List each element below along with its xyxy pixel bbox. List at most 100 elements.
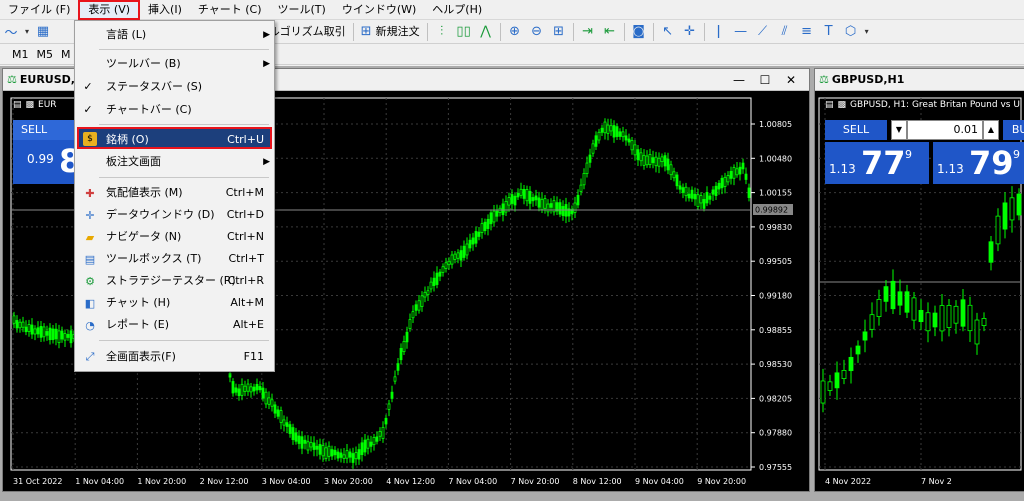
candle-body [468,239,472,249]
candle-body [744,173,748,180]
view-menu-strategy-tester-label: ストラテジーテスター (R) [106,274,236,287]
candle-body [594,135,598,147]
view-menu-data-window[interactable]: ✛ データウインドウ (D) Ctrl+D [77,204,272,226]
candlestick-icon[interactable]: ▯▯ [453,22,475,42]
dropdown-arrow-icon[interactable]: ▾ [862,22,872,42]
candle-body [513,195,517,206]
candle-body [372,437,376,446]
candle-body [579,184,583,192]
menu-insert[interactable]: 挿入(I) [140,0,190,20]
x-tick-label: 7 Nov 2 [921,477,952,486]
candle-body [270,399,274,407]
view-menu-symbols-shortcut: Ctrl+U [227,133,264,146]
view-menu-chat[interactable]: ◧ チャット (H) Alt+M [77,292,272,314]
candle-body [630,140,634,151]
candle-body [841,369,847,380]
fibonacci-icon[interactable]: ≡ [796,22,818,42]
candle-body [827,381,833,391]
candle-body [234,387,238,393]
cursor-icon[interactable]: ↖ [657,22,679,42]
view-menu-symbols[interactable]: $ 銘柄 (O) Ctrl+U [77,127,272,149]
candle-body [249,386,253,393]
line-chart-icon[interactable]: ⋀ [475,22,497,42]
submenu-arrow-icon: ▶ [263,157,270,167]
timeframe-m15[interactable]: M [57,46,75,64]
view-menu-market-watch[interactable]: ✚ 気配値表示 (M) Ctrl+M [77,182,272,204]
candle-body [932,312,938,328]
maximize-icon[interactable]: ☐ [757,72,773,88]
new-order-button[interactable]: ⊞ 新規注文 [357,22,424,42]
dropdown-arrow-icon[interactable]: ▾ [22,22,32,42]
candle-body [897,291,903,306]
minimize-icon[interactable]: — [731,72,747,88]
candle-body [690,189,694,199]
candle-body [261,387,265,399]
gbpusd-sell-price-box[interactable]: 1.13 77 9 [825,142,929,184]
text-icon[interactable]: T [818,22,840,42]
chart-shift-icon[interactable]: ⇤ [599,22,621,42]
candle-body [507,197,511,206]
vertical-line-icon[interactable]: ǀ [708,22,730,42]
chart-icon[interactable]: ▦ [32,22,54,42]
view-menu-chartbar[interactable]: ✓ チャートバー (C) [77,99,272,121]
candle-body [12,315,16,324]
menu-view[interactable]: 表示 (V) [78,0,141,20]
candle-body [621,131,625,138]
gbpusd-sell-button[interactable]: SELL [825,120,887,140]
candle-body [399,348,403,361]
bar-chart-icon[interactable]: ⫶ [431,22,453,42]
view-menu-language[interactable]: 言語 (L) ▶ [77,24,272,46]
candle-body [444,262,448,269]
view-menu-navigator[interactable]: ▰ ナビゲータ (N) Ctrl+N [77,226,272,248]
view-menu-report[interactable]: ◔ レポート (E) Alt+E [77,314,272,336]
candle-body [939,305,945,332]
gbpusd-chart-window[interactable]: ⚖ GBPUSD,H1 4 Nov 2022 7 Nov 2 ▤ ▩ GBPUSD… [814,68,1024,492]
submenu-arrow-icon: ▶ [263,30,270,40]
zoom-in-icon[interactable]: ⊕ [504,22,526,42]
zoom-out-icon[interactable]: ⊖ [526,22,548,42]
candle-body [321,445,325,457]
view-menu-market-watch-label: 気配値表示 (M) [106,186,183,199]
gbpusd-buy-button[interactable]: BUY [1003,120,1024,140]
menu-file[interactable]: ファイル (F) [0,0,78,20]
timeframe-m5[interactable]: M5 [33,46,58,64]
menu-help[interactable]: ヘルプ(H) [424,0,490,20]
menu-separator [99,124,269,125]
auto-scroll-icon[interactable]: ⇥ [577,22,599,42]
candle-body [573,202,577,213]
screenshot-icon[interactable]: ◙ [628,22,650,42]
lot-increase-icon[interactable]: ▲ [983,120,999,140]
menu-window[interactable]: ウインドウ(W) [334,0,424,20]
indicator-icon[interactable]: 〜 [0,22,22,42]
menu-chart[interactable]: チャート (C) [190,0,270,20]
menu-tools[interactable]: ツール(T) [270,0,334,20]
candle-body [393,376,397,382]
gbpusd-lot-input[interactable]: 0.01 [907,120,983,140]
horizontal-line-icon[interactable]: — [730,22,752,42]
channel-icon[interactable]: ⫽ [774,22,796,42]
shapes-icon[interactable]: ⬡ [840,22,862,42]
trend-line-icon[interactable]: ⟋ [752,22,774,42]
y-tick-label: 0.99180 [759,292,792,301]
crosshair-icon[interactable]: ✛ [679,22,701,42]
view-menu-strategy-tester[interactable]: ⚙ ストラテジーテスター (R) Ctrl+R [77,270,272,292]
view-menu-toolbars[interactable]: ツールバー (B) ▶ [77,53,272,75]
candle-body [967,304,973,332]
view-menu-fullscreen[interactable]: ⤢ 全画面表示(F) F11 [77,346,272,368]
view-menu-depth-of-market[interactable]: 板注文画面 ▶ [77,151,272,173]
candle-body [303,439,307,444]
timeframe-m1[interactable]: M1 [8,46,33,64]
data-window-icon: ✛ [85,208,95,222]
candle-body [438,271,442,277]
view-menu-statusbar[interactable]: ✓ ステータスバー (S) [77,76,272,98]
close-icon[interactable]: ✕ [783,72,799,88]
view-menu-language-label: 言語 (L) [106,28,147,41]
gbpusd-chart[interactable]: 4 Nov 2022 7 Nov 2 ▤ ▩ GBPUSD, H1: Great … [815,92,1024,491]
candle-body [834,372,840,389]
gbpusd-buy-price-box[interactable]: 1.13 79 9 [933,142,1024,184]
view-menu-toolbox[interactable]: ▤ ツールボックス (T) Ctrl+T [77,248,272,270]
gbpusd-title-bar[interactable]: ⚖ GBPUSD,H1 [815,69,1024,91]
tile-windows-icon[interactable]: ⊞ [548,22,570,42]
candle-body [465,243,469,256]
lot-decrease-icon[interactable]: ▼ [891,120,907,140]
